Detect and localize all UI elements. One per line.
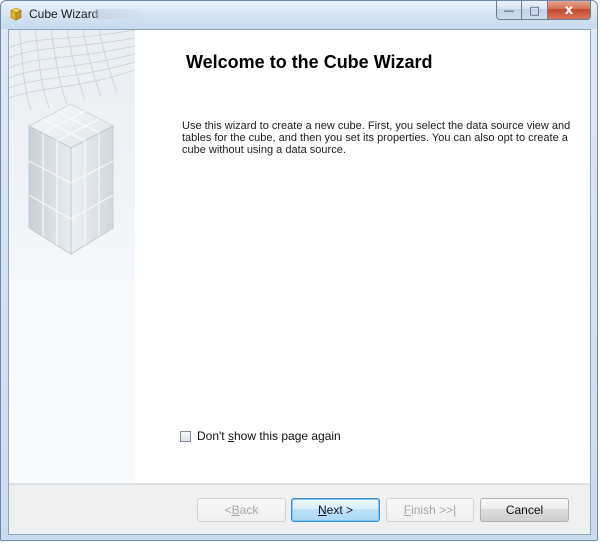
wizard-sidebar-art bbox=[9, 30, 136, 483]
close-button[interactable]: x bbox=[548, 1, 591, 20]
maximize-button[interactable]: □ bbox=[522, 1, 548, 20]
dont-show-again-label: Don't show this page again bbox=[197, 429, 341, 443]
cube-wireframe-graphic bbox=[9, 30, 135, 483]
caption-buttons: — □ x bbox=[496, 1, 591, 21]
wizard-body: Welcome to the Cube Wizard Use this wiza… bbox=[8, 29, 591, 535]
dont-show-again-option[interactable]: Don't show this page again bbox=[180, 429, 341, 443]
wizard-footer: < Back Next > Finish >>| Cancel bbox=[9, 483, 590, 534]
maximize-icon: □ bbox=[529, 3, 540, 17]
minimize-button[interactable]: — bbox=[496, 1, 522, 20]
wizard-content: Welcome to the Cube Wizard Use this wiza… bbox=[135, 30, 590, 483]
wizard-description: Use this wizard to create a new cube. Fi… bbox=[182, 120, 571, 156]
minimize-icon: — bbox=[503, 3, 515, 17]
cancel-button[interactable]: Cancel bbox=[480, 498, 569, 522]
window-title: Cube Wizard bbox=[29, 7, 99, 21]
title-bar[interactable]: Cube Wizard — □ x bbox=[1, 1, 597, 29]
cube-wizard-window: Cube Wizard — □ x Welcome to the Cube Wi… bbox=[0, 0, 598, 541]
close-icon: x bbox=[564, 2, 574, 18]
title-bar-blur bbox=[93, 9, 145, 19]
page-title: Welcome to the Cube Wizard bbox=[186, 52, 433, 72]
cube-icon bbox=[10, 7, 22, 21]
finish-button[interactable]: Finish >>| bbox=[386, 498, 474, 522]
dont-show-again-checkbox[interactable] bbox=[180, 430, 191, 442]
back-button[interactable]: < Back bbox=[197, 498, 286, 522]
next-button[interactable]: Next > bbox=[291, 498, 380, 522]
footer-separator bbox=[9, 484, 590, 485]
